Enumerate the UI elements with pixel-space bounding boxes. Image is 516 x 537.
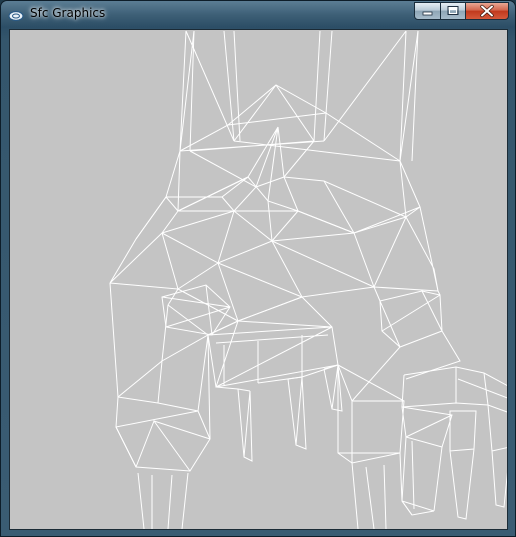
minimize-icon — [422, 11, 433, 16]
minimize-button[interactable] — [414, 2, 441, 20]
window-title: Sfc Graphics — [30, 6, 106, 20]
app-window: Sfc Graphics — [0, 0, 516, 537]
title-bar[interactable]: Sfc Graphics — [1, 1, 515, 27]
maximize-button[interactable] — [440, 2, 466, 20]
maximize-icon — [447, 6, 459, 15]
app-icon[interactable] — [8, 7, 24, 22]
graphics-canvas[interactable] — [9, 29, 508, 530]
close-button[interactable] — [465, 2, 509, 20]
wireframe-model — [109, 30, 507, 529]
close-icon — [480, 4, 494, 18]
